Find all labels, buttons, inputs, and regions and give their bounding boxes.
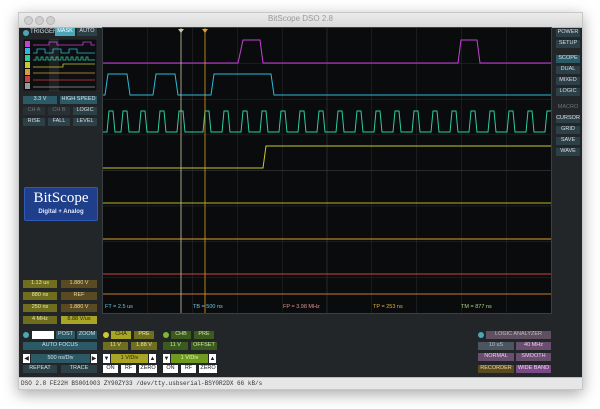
timebase-increase-icon[interactable]: ▶ <box>91 354 97 363</box>
dual-mode-button[interactable]: DUAL <box>556 66 580 74</box>
logic-analyzer-button[interactable]: LOGIC ANALYZER <box>486 331 551 339</box>
meas-width-value[interactable]: 880 ns <box>23 292 57 300</box>
tm-readout: TM = 877 ns <box>461 304 492 310</box>
scope-traces <box>103 28 551 313</box>
chb-rf-button[interactable]: RF <box>181 365 196 373</box>
status-text: DSO 2.8 FE22H BS001003 ZY90ZY33 /dev/tty… <box>21 380 263 387</box>
logo-tagline-text: Digital + Analog <box>38 209 84 215</box>
fall-button[interactable]: FALL <box>48 118 70 126</box>
trigger-indicator-icon[interactable] <box>23 30 29 36</box>
chb-vdiv-decrease-icon[interactable]: ▼ <box>163 354 170 363</box>
cha-vdiv-decrease-icon[interactable]: ▼ <box>103 354 110 363</box>
meas-period-value[interactable]: 1.13 us <box>23 280 57 288</box>
app-window: BitScope DSO 2.8 TRIGGER MASK AUTO 3.3 V… <box>18 12 583 390</box>
wave-button[interactable]: WAVE <box>556 148 580 156</box>
meas-rise-value[interactable]: 250 ns <box>23 304 57 312</box>
trigger-ch-a-button[interactable]: CH A <box>23 107 45 115</box>
title-bar: BitScope DSO 2.8 <box>19 13 582 28</box>
cha-pre-button[interactable]: PRE <box>134 331 154 339</box>
cha-range-value[interactable]: 11 V <box>103 342 128 350</box>
trigger-voltage-button[interactable]: 3.3 V <box>23 96 57 104</box>
mask-button[interactable]: MASK <box>55 28 75 36</box>
zoom-button[interactable]: ZOOM <box>77 331 97 339</box>
bitscope-logo: BitScope Digital + Analog <box>24 187 98 221</box>
logic-mode-button[interactable]: LOGIC <box>556 88 580 96</box>
chb-indicator-icon[interactable] <box>163 332 169 338</box>
readout-bar: FT = 2.5 us TB = 500 ns FP = 3.98 MHz TP… <box>103 303 551 313</box>
analyzer-indicator-icon[interactable] <box>478 332 484 338</box>
analyzer-rate-a-value[interactable]: 10 uS <box>478 342 514 350</box>
cha-offset-value[interactable]: 1.88 V <box>131 342 157 350</box>
auto-focus-button[interactable]: AUTO FOCUS <box>23 342 97 350</box>
macro-label: MACRO <box>557 104 579 111</box>
rise-button[interactable]: RISE <box>23 118 45 126</box>
cursor-right-marker <box>202 29 208 33</box>
logo-brand-text: BitScope <box>33 190 89 206</box>
grid-button[interactable]: GRID <box>556 126 580 134</box>
trigger-ch-b-button[interactable]: CH B <box>48 107 70 115</box>
recorder-button[interactable]: RECORDER <box>478 365 514 373</box>
trace-button[interactable]: TRACE <box>61 365 97 373</box>
scope-mode-button[interactable]: SCOPE <box>556 55 580 63</box>
chb-vdiv-value[interactable]: 1 V/Div <box>171 354 208 363</box>
meas-voltage-value[interactable]: 1.880 V <box>61 280 97 288</box>
mixed-mode-button[interactable]: MIXED <box>556 77 580 85</box>
smooth-button[interactable]: SMOOTH <box>516 353 551 361</box>
high-speed-button[interactable]: HIGH SPEED <box>60 96 97 104</box>
cha-vdiv-increase-icon[interactable]: ▲ <box>149 354 156 363</box>
meas-ref-voltage-value[interactable]: 1.880 V <box>61 304 97 312</box>
trigger-label: TRIGGER <box>30 29 58 35</box>
normal-button[interactable]: NORMAL <box>478 353 514 361</box>
chb-on-button[interactable]: ON <box>163 365 178 373</box>
tb-readout: TB = 500 ns <box>193 304 223 310</box>
chb-vdiv-increase-icon[interactable]: ▲ <box>209 354 216 363</box>
tp-readout: TP = 253 ns <box>373 304 403 310</box>
repeat-button[interactable]: REPEAT <box>23 365 57 373</box>
cha-indicator-icon[interactable] <box>103 332 109 338</box>
save-button[interactable]: SAVE <box>556 137 580 145</box>
scope-display[interactable]: FT = 2.5 us TB = 500 ns FP = 3.98 MHz TP… <box>102 27 552 314</box>
trigger-logic-button[interactable]: LOGIC <box>73 107 97 115</box>
cursor-left-marker <box>178 29 184 33</box>
wide-band-button[interactable]: WIDE BAND <box>516 365 551 373</box>
cha-button[interactable]: CHA <box>111 331 131 339</box>
chb-zero-button[interactable]: ZERO <box>199 365 217 373</box>
auto-button[interactable]: AUTO <box>77 28 97 36</box>
window-title: BitScope DSO 2.8 <box>268 14 333 23</box>
cursor-button[interactable]: CURSOR <box>556 115 580 123</box>
setup-button[interactable]: SETUP <box>556 40 580 48</box>
chb-pre-button[interactable]: PRE <box>194 331 214 339</box>
cha-zero-button[interactable]: ZERO <box>139 365 157 373</box>
post-button[interactable]: POST <box>56 331 75 339</box>
trigger-preview-display[interactable] <box>23 39 97 91</box>
level-button[interactable]: LEVEL <box>73 118 97 126</box>
timebase-value[interactable]: 500 ns/Div <box>31 354 90 363</box>
cha-vdiv-value[interactable]: 1 V/Div <box>111 354 148 363</box>
timebase-indicator-icon[interactable] <box>23 332 29 338</box>
meas-frequency-value[interactable]: 4 MHz <box>23 316 57 324</box>
timebase-decrease-icon[interactable]: ◀ <box>23 354 30 363</box>
chb-button[interactable]: CHB <box>171 331 191 339</box>
ft-readout: FT = 2.5 us <box>105 304 133 310</box>
chb-offset-button[interactable]: OFFSET <box>191 342 217 350</box>
status-bar: DSO 2.8 FE22H BS001003 ZY90ZY33 /dev/tty… <box>19 377 582 389</box>
chb-range-value[interactable]: 11 V <box>163 342 188 350</box>
meas-slew-value[interactable]: 8.88 V/us <box>61 316 97 324</box>
meas-ref-button[interactable]: REF <box>61 292 97 300</box>
cha-rf-button[interactable]: RF <box>121 365 136 373</box>
cha-on-button[interactable]: ON <box>103 365 118 373</box>
power-button[interactable]: POWER <box>556 29 580 37</box>
fp-readout: FP = 3.98 MHz <box>283 304 320 310</box>
timebase-input[interactable] <box>32 331 54 339</box>
analyzer-rate-b-value[interactable]: 40 MHz <box>516 342 551 350</box>
